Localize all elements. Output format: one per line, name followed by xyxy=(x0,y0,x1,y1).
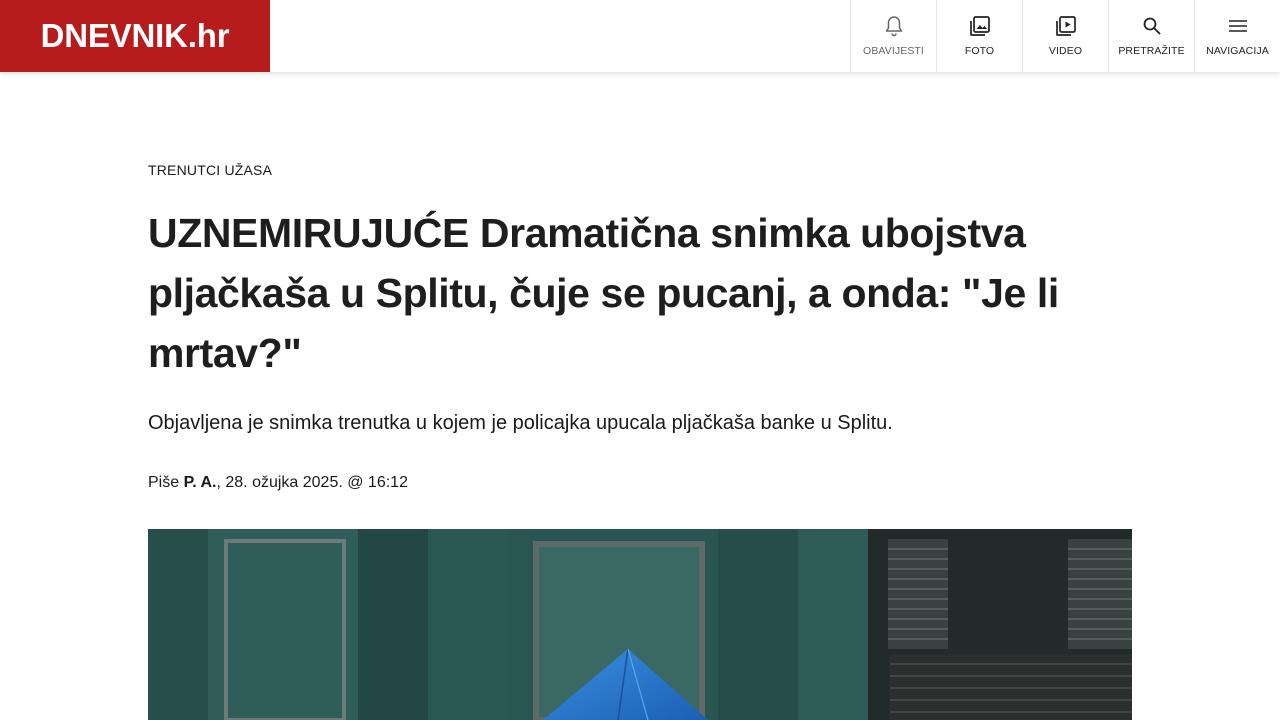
article-kicker[interactable]: TRENUTCI UŽASA xyxy=(148,162,272,178)
nav-notifications-button[interactable]: OBAVIJESTI xyxy=(850,0,936,72)
byline-author[interactable]: P. A. xyxy=(184,474,217,491)
hamburger-menu-icon xyxy=(1227,15,1249,37)
bell-icon xyxy=(883,15,905,37)
site-header: DNEVNIK.hr OBAVIJESTI FOTO VIDEO PRETRAŽ… xyxy=(0,0,1280,72)
article-lead: Objavljena je snimka trenutka u kojem je… xyxy=(148,412,893,434)
video-play-icon xyxy=(1055,15,1077,37)
article-byline: Piše P. A., 28. ožujka 2025. @ 16:12 xyxy=(148,474,408,492)
byline-date: , 28. ožujka 2025. @ 16:12 xyxy=(216,474,408,491)
nav-video-label: VIDEO xyxy=(1048,45,1083,57)
nav-menu-label: NAVIGACIJA xyxy=(1206,45,1269,57)
header-nav: OBAVIJESTI FOTO VIDEO PRETRAŽITE NAVIGAC… xyxy=(850,0,1280,72)
nav-search-label: PRETRAŽITE xyxy=(1118,45,1185,57)
nav-search-button[interactable]: PRETRAŽITE xyxy=(1108,0,1194,72)
search-icon xyxy=(1141,15,1163,37)
site-logo[interactable]: DNEVNIK.hr xyxy=(0,0,270,72)
nav-notifications-label: OBAVIJESTI xyxy=(863,45,924,57)
nav-menu-button[interactable]: NAVIGACIJA xyxy=(1194,0,1280,72)
nav-photo-label: FOTO xyxy=(964,45,995,57)
article-title: UZNEMIRUJUĆE Dramatična snimka ubojstva … xyxy=(148,210,1059,376)
byline-prefix: Piše xyxy=(148,474,184,491)
photo-scene xyxy=(148,529,1132,720)
logo-text: DNEVNIK.hr xyxy=(40,17,230,54)
article-main-photo[interactable] xyxy=(148,529,1132,720)
nav-video-button[interactable]: VIDEO xyxy=(1022,0,1108,72)
photo-gallery-icon xyxy=(969,15,991,37)
nav-photo-button[interactable]: FOTO xyxy=(936,0,1022,72)
